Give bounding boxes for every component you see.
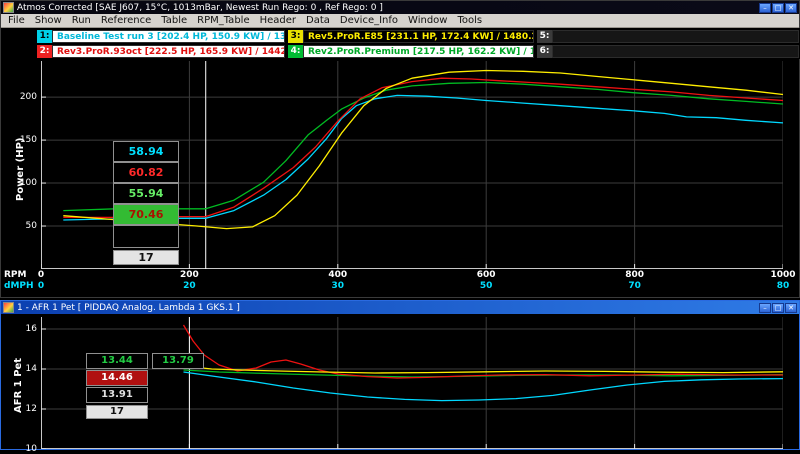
- minimize-button-icon[interactable]: –: [759, 303, 771, 313]
- rpm-tick-label: 1000: [769, 270, 797, 280]
- legend-run-label[interactable]: Rev5.ProR.E85 [231.1 HP, 172.4 KW] / 148…: [303, 30, 534, 43]
- cursor-value-box: 13.91: [86, 387, 148, 403]
- y-tick-label: 14: [15, 364, 37, 374]
- menu-rpm_table[interactable]: RPM_Table: [192, 15, 254, 26]
- rpm-axis-name: RPM: [4, 270, 26, 280]
- legend-slot-4[interactable]: 4:Rev2.ProR.Premium [217.5 HP, 162.2 KW]…: [288, 45, 534, 58]
- afr-plot-area[interactable]: [41, 317, 783, 449]
- bottom-window-controls: –□✕: [759, 303, 797, 313]
- rpm-tick-label: 400: [324, 270, 352, 280]
- menu-window[interactable]: Window: [403, 15, 452, 26]
- y-tick-label: 10: [15, 444, 37, 454]
- power-y-axis-label: Power (HP): [15, 138, 26, 201]
- cursor-value-box: 17: [86, 405, 148, 419]
- y-tick-label: 200: [15, 92, 37, 102]
- menu-header[interactable]: Header: [255, 15, 301, 26]
- dmph-tick-label: 70: [621, 281, 649, 291]
- top-window-controls: –□✕: [759, 3, 797, 13]
- legend-run-label[interactable]: Rev2.ProR.Premium [217.5 HP, 162.2 KW] /…: [303, 45, 534, 58]
- cursor-value-box: 13.79: [152, 353, 204, 369]
- menu-device_info[interactable]: Device_Info: [335, 15, 403, 26]
- legend-slot-number: 6:: [537, 45, 552, 58]
- close-button-icon[interactable]: ✕: [785, 3, 797, 13]
- legend-run-label[interactable]: [552, 30, 799, 43]
- menu-tools[interactable]: Tools: [452, 15, 487, 26]
- legend-slot-6[interactable]: 6:: [537, 45, 799, 58]
- legend-slot-5[interactable]: 5:: [537, 30, 799, 43]
- dmph-tick-label: 20: [175, 281, 203, 291]
- legend-slot-1[interactable]: 1:Baseline Test run 3 [202.4 HP, 150.9 K…: [37, 30, 285, 43]
- rpm-tick-label: 0: [27, 270, 55, 280]
- legend-slot-3[interactable]: 3:Rev5.ProR.E85 [231.1 HP, 172.4 KW] / 1…: [288, 30, 534, 43]
- y-tick-label: 12: [15, 404, 37, 414]
- y-tick-label: 100: [15, 178, 37, 188]
- legend-run-label[interactable]: Rev3.ProR.93oct [222.5 HP, 165.9 KW] / 1…: [52, 45, 285, 58]
- menu-data[interactable]: Data: [301, 15, 335, 26]
- legend-slot-2[interactable]: 2:Rev3.ProR.93oct [222.5 HP, 165.9 KW] /…: [37, 45, 285, 58]
- menu-run[interactable]: Run: [67, 15, 96, 26]
- cursor-value-box: 14.46: [86, 370, 148, 386]
- cursor-value-box: 70.46: [113, 204, 179, 225]
- rpm-tick-label: 200: [175, 270, 203, 280]
- minimize-button-icon[interactable]: –: [759, 3, 771, 13]
- curve-rev3-pror-93oct: [184, 325, 784, 378]
- y-tick-label: 16: [15, 324, 37, 334]
- menu-bar: FileShowRunReferenceTableRPM_TableHeader…: [1, 14, 799, 28]
- y-tick-label: 150: [15, 135, 37, 145]
- menu-show[interactable]: Show: [30, 15, 67, 26]
- menu-file[interactable]: File: [3, 15, 30, 26]
- empty-value-box: [113, 225, 179, 248]
- cursor-value-box: 55.94: [113, 183, 179, 204]
- rpm-tick-label: 600: [472, 270, 500, 280]
- dmph-tick-label: 0: [27, 281, 55, 291]
- power-chart-window: Atmos Corrected [SAE J607, 15°C, 1013mBa…: [0, 0, 800, 298]
- bottom-window-title: 1 - AFR 1 Pet [ PIDDAQ Analog. Lambda 1 …: [17, 303, 756, 313]
- menu-table[interactable]: Table: [156, 15, 192, 26]
- maximize-button-icon[interactable]: □: [772, 303, 784, 313]
- dmph-tick-label: 50: [472, 281, 500, 291]
- rpm-axis-row: RPM 0 200 400 600 800 1000: [1, 270, 800, 280]
- afr-chart-svg: [41, 317, 783, 449]
- legend-slot-number: 4:: [288, 45, 303, 58]
- bottom-titlebar: 1 - AFR 1 Pet [ PIDDAQ Analog. Lambda 1 …: [1, 301, 799, 314]
- top-titlebar: Atmos Corrected [SAE J607, 15°C, 1013mBa…: [1, 1, 799, 14]
- top-window-title: Atmos Corrected [SAE J607, 15°C, 1013mBa…: [17, 3, 756, 13]
- cursor-value-box: 17: [113, 250, 179, 265]
- legend-slot-number: 2:: [37, 45, 52, 58]
- run-legend: 1:Baseline Test run 3 [202.4 HP, 150.9 K…: [1, 28, 800, 59]
- cursor-value-box: 13.44: [86, 353, 148, 369]
- cursor-value-box: 60.82: [113, 162, 179, 183]
- maximize-button-icon[interactable]: □: [772, 3, 784, 13]
- legend-run-label[interactable]: [552, 45, 799, 58]
- y-tick-label: 50: [15, 221, 37, 231]
- cursor-value-box: 58.94: [113, 141, 179, 162]
- dmph-tick-label: 30: [324, 281, 352, 291]
- legend-slot-number: 3:: [288, 30, 303, 43]
- rpm-tick-label: 800: [621, 270, 649, 280]
- dmph-tick-label: 80: [769, 281, 797, 291]
- afr-chart-window: 1 - AFR 1 Pet [ PIDDAQ Analog. Lambda 1 …: [0, 300, 800, 450]
- afr-app-icon: [3, 302, 14, 313]
- legend-run-label[interactable]: Baseline Test run 3 [202.4 HP, 150.9 KW]…: [52, 30, 285, 43]
- legend-slot-number: 1:: [37, 30, 52, 43]
- dmph-axis-row: dMPH 02030507080: [1, 281, 800, 291]
- close-button-icon[interactable]: ✕: [785, 303, 797, 313]
- app-icon: [3, 2, 14, 13]
- menu-reference[interactable]: Reference: [96, 15, 156, 26]
- legend-slot-number: 5:: [537, 30, 552, 43]
